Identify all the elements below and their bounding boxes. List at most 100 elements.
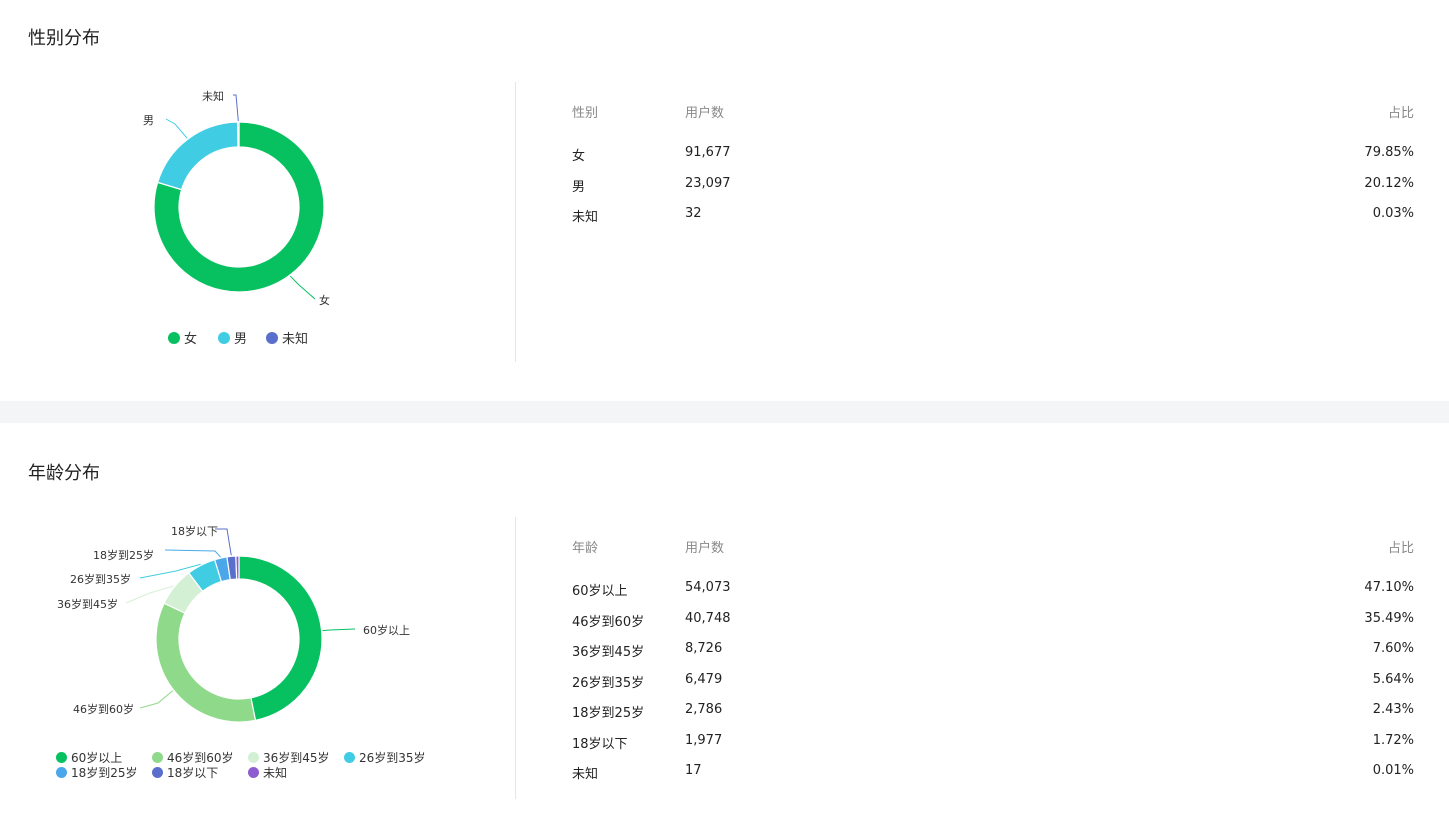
row-label: 未知 <box>572 767 599 782</box>
header-pct: 占比 <box>1387 106 1414 121</box>
row-label: 18岁以下 <box>572 736 628 752</box>
table-row: 46岁到60岁 40,748 35.49% <box>572 611 1414 642</box>
row-count: 6,479 <box>685 671 723 687</box>
divider <box>515 82 516 362</box>
slice-label: 18岁到25岁 <box>93 548 154 562</box>
row-pct: 79.85% <box>1364 145 1414 160</box>
row-label: 36岁到45岁 <box>572 645 645 660</box>
row-pct: 0.01% <box>1372 763 1414 778</box>
legend-item[interactable]: 18岁到25岁 <box>56 764 138 781</box>
table-row: 未知 32 0.03% <box>572 206 1414 237</box>
table-header: 年龄 用户数 占比 <box>572 537 1414 580</box>
gender-table: 性别 用户数 占比 女 91,677 79.85% 男 23,097 20.12… <box>572 102 1414 237</box>
slice-label: 26岁到35岁 <box>70 572 131 586</box>
age-section: 年龄分布 60岁以上 46岁到60岁 36岁到45岁 26岁到35岁 18岁到25岁 18… <box>0 423 1449 821</box>
legend-label: 26岁到35岁 <box>359 751 426 765</box>
row-pct: 2.43% <box>1372 702 1414 717</box>
legend-label: 男 <box>234 332 248 347</box>
legend-item[interactable]: 未知 <box>266 328 308 347</box>
legend-item[interactable]: 18岁以下 <box>152 764 218 781</box>
slice-label: 60岁以上 <box>363 623 410 637</box>
row-label: 26岁到35岁 <box>572 675 645 691</box>
header-gender: 性别 <box>572 106 599 121</box>
row-count: 32 <box>685 206 702 221</box>
row-count: 2,786 <box>685 702 723 717</box>
slice-label: 未知 <box>202 89 224 103</box>
table-row: 60岁以上 54,073 47.10% <box>572 580 1414 611</box>
row-pct: 47.10% <box>1364 580 1414 595</box>
slice-label: 男 <box>143 114 154 127</box>
legend-dot <box>344 752 355 763</box>
slice-label: 46岁到60岁 <box>73 702 134 716</box>
row-pct: 0.03% <box>1372 206 1414 221</box>
legend-dot <box>266 332 278 344</box>
legend-label: 36岁到45岁 <box>263 751 330 765</box>
legend-label: 60岁以上 <box>71 751 123 765</box>
header-pct: 占比 <box>1387 541 1414 556</box>
legend-label: 18岁以下 <box>167 766 219 780</box>
row-count: 17 <box>685 763 702 778</box>
legend-label: 18岁到25岁 <box>71 766 138 780</box>
donut-slice[interactable] <box>237 121 240 148</box>
header-count: 用户数 <box>685 106 725 121</box>
row-label: 未知 <box>572 210 599 225</box>
row-count: 40,748 <box>685 610 731 626</box>
row-count: 91,677 <box>685 145 731 160</box>
table-row: 36岁到45岁 8,726 7.60% <box>572 641 1414 672</box>
table-row: 男 23,097 20.12% <box>572 176 1414 207</box>
legend-item[interactable]: 男 <box>218 328 247 347</box>
label-leader-line <box>289 275 316 300</box>
row-label: 男 <box>572 179 586 195</box>
header-age: 年龄 <box>572 541 599 556</box>
label-leader-line <box>233 94 239 122</box>
row-label: 18岁到25岁 <box>572 706 645 721</box>
label-leader-line <box>322 628 356 632</box>
row-pct: 20.12% <box>1364 175 1414 191</box>
legend-label: 未知 <box>282 332 309 347</box>
legend-dot <box>168 332 180 344</box>
slice-label: 女 <box>319 293 330 307</box>
gender-section: 性别分布 女男未知 女男未知 性别 用户数 占比 女 91,677 79.85%… <box>0 0 1449 401</box>
row-pct: 35.49% <box>1364 610 1414 626</box>
legend-item[interactable]: 未知 <box>248 764 287 781</box>
row-count: 23,097 <box>685 175 731 191</box>
gender-donut-chart: 女 男 未知 <box>143 89 330 307</box>
donut-slice[interactable] <box>156 121 239 191</box>
row-pct: 1.72% <box>1372 732 1414 748</box>
label-leader-line <box>164 549 221 558</box>
slice-label: 18岁以下 <box>171 524 218 538</box>
legend-label: 未知 <box>263 766 288 780</box>
row-label: 60岁以上 <box>572 584 628 599</box>
legend-dot <box>248 752 259 763</box>
label-leader-line <box>165 118 188 139</box>
legend-dot <box>56 767 67 778</box>
row-label: 女 <box>572 149 586 164</box>
divider <box>515 517 516 799</box>
row-count: 54,073 <box>685 580 731 595</box>
legend-item[interactable]: 女 <box>168 328 197 347</box>
table-row: 未知 17 0.01% <box>572 763 1414 794</box>
legend-dot <box>152 767 163 778</box>
legend-dot <box>152 752 163 763</box>
donut-slice[interactable] <box>155 602 257 723</box>
age-table: 年龄 用户数 占比 60岁以上 54,073 47.10% 46岁到60岁 40… <box>572 537 1414 794</box>
legend-dot <box>218 332 230 344</box>
table-row: 26岁到35岁 6,479 5.64% <box>572 672 1414 703</box>
legend-dot <box>248 767 259 778</box>
row-count: 8,726 <box>685 641 723 656</box>
row-label: 46岁到60岁 <box>572 614 645 630</box>
legend-label: 女 <box>184 332 198 347</box>
table-header: 性别 用户数 占比 <box>572 102 1414 145</box>
row-count: 1,977 <box>685 732 723 748</box>
slice-label: 36岁到45岁 <box>57 597 118 611</box>
donut-slice[interactable] <box>235 555 240 580</box>
donut-slice[interactable] <box>238 555 323 722</box>
table-row: 女 91,677 79.85% <box>572 145 1414 176</box>
legend-label: 46岁到60岁 <box>167 751 234 765</box>
section-gap <box>0 401 1449 423</box>
row-pct: 7.60% <box>1372 641 1414 656</box>
row-pct: 5.64% <box>1372 671 1414 687</box>
legend-dot <box>56 752 67 763</box>
table-row: 18岁到25岁 2,786 2.43% <box>572 702 1414 733</box>
legend-item[interactable]: 26岁到35岁 <box>344 749 426 766</box>
